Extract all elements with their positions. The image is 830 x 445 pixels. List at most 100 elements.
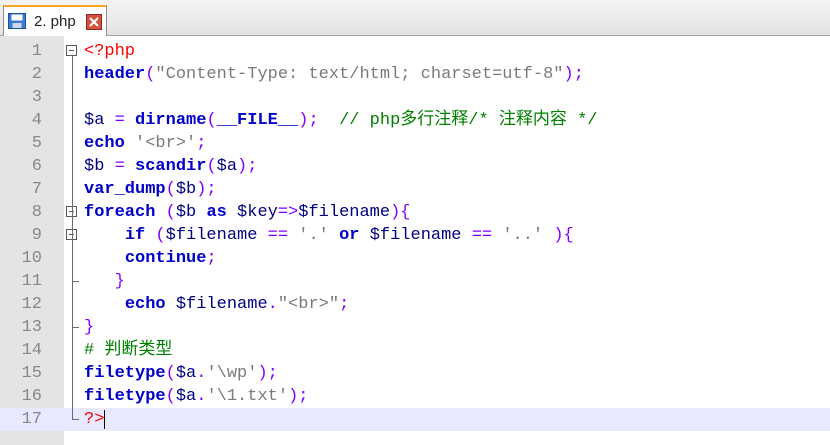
code-token: $key [237, 203, 278, 222]
code-token: ); [563, 65, 584, 84]
code-token: $filename [298, 203, 391, 222]
code-text: <?php [84, 40, 135, 63]
code-token: ( [165, 387, 176, 406]
code-line[interactable]: 5 echo '<br>'; [0, 132, 830, 155]
code-line[interactable]: 14 # 判断类型 [0, 339, 830, 362]
code-line[interactable]: 2 header("Content-Type: text/html; charse… [0, 63, 830, 86]
line-number: 11 [21, 272, 42, 291]
line-number: 4 [31, 111, 42, 130]
code-token: __FILE__ [216, 111, 299, 130]
code-token: ; [206, 249, 217, 268]
code-line[interactable]: 4 $a = dirname(__FILE__); // php多行注释/* 注释… [0, 109, 830, 132]
line-number: 10 [21, 249, 42, 268]
code-token: ); [288, 387, 309, 406]
code-token: scandir [135, 157, 207, 176]
code-token: $filename [175, 295, 268, 314]
code-text: $b = scandir($a); [84, 155, 257, 178]
code-text: if ($filename == '.' or $filename == '..… [84, 224, 574, 247]
line-number: 5 [31, 134, 42, 153]
line-number: 16 [21, 387, 42, 406]
tab-label: 2. php [34, 13, 76, 30]
fold-guide-line [72, 56, 73, 408]
code-token: // php多行注释/* 注释内容 */ [339, 111, 598, 130]
code-text: } [84, 316, 94, 339]
code-line[interactable]: 15 filetype($a.'\wp'); [0, 362, 830, 385]
code-token: $filename [369, 226, 462, 245]
code-token: $b [175, 180, 197, 199]
code-token: = [104, 157, 136, 176]
code-token: echo [124, 295, 166, 314]
line-number: 7 [31, 180, 42, 199]
code-token: ( [145, 226, 166, 245]
code-line[interactable]: 9 if ($filename == '.' or $filename == '… [0, 224, 830, 247]
code-line[interactable]: 1 <?php [0, 40, 830, 63]
code-text: ?> [84, 408, 104, 431]
code-token: "Content-Type: text/html; charset=utf-8" [155, 65, 564, 84]
code-line[interactable]: 8 foreach ($b as $key=>$filename){ [0, 201, 830, 224]
code-token: ( [206, 157, 217, 176]
code-line[interactable]: 10 continue; [0, 247, 830, 270]
code-token: ( [165, 180, 176, 199]
code-text: } [84, 270, 125, 293]
code-token: dirname [135, 111, 207, 130]
code-token: header [84, 65, 146, 84]
code-token: . [196, 364, 207, 383]
code-text: # 判断类型 [84, 339, 172, 362]
line-number: 17 [21, 410, 42, 429]
code-token: . [267, 295, 278, 314]
code-line[interactable]: 7 var_dump($b); [0, 178, 830, 201]
line-number: 12 [21, 295, 42, 314]
code-text: filetype($a.'\wp'); [84, 362, 278, 385]
code-line[interactable]: 17 ?> [0, 408, 830, 431]
code-token: $a [175, 364, 197, 383]
code-line[interactable]: 12 echo $filename."<br>"; [0, 293, 830, 316]
code-editor[interactable]: 1 <?php 2 header("Content-Type: text/html; … [0, 36, 830, 445]
save-icon[interactable] [8, 13, 26, 29]
code-text: foreach ($b as $key=>$filename){ [84, 201, 411, 224]
code-token: <?php [84, 42, 136, 61]
code-token: $a [84, 111, 105, 130]
code-line[interactable]: 11 } [0, 270, 830, 293]
code-token: '\1.txt' [206, 387, 289, 406]
line-number: 14 [21, 341, 42, 360]
line-number: 15 [21, 364, 42, 383]
line-number: 3 [31, 88, 42, 107]
fold-end-marker [72, 270, 79, 282]
code-token: ( [206, 111, 217, 130]
code-text: continue; [84, 247, 217, 270]
tab-bar: 2. php [0, 0, 830, 36]
code-token: ); [257, 364, 278, 383]
line-number: 13 [21, 318, 42, 337]
code-token: $a [216, 157, 238, 176]
code-token: ); [237, 157, 258, 176]
close-icon[interactable] [86, 14, 102, 30]
code-token: filetype [84, 387, 166, 406]
code-token: $a [175, 387, 197, 406]
code-token: $b [84, 157, 105, 176]
code-token: # 判断类型 [84, 341, 173, 360]
code-line[interactable]: 3 [0, 86, 830, 109]
code-text: header("Content-Type: text/html; charset… [84, 63, 584, 86]
code-token: ); [298, 111, 319, 130]
code-token: $b [175, 203, 197, 222]
code-token: ; [339, 295, 350, 314]
code-token: = [104, 111, 136, 130]
code-line[interactable]: 16 filetype($a.'\1.txt'); [0, 385, 830, 408]
code-token: filetype [84, 364, 166, 383]
fold-toggle-icon[interactable] [66, 45, 77, 56]
tab-2-php[interactable]: 2. php [3, 5, 107, 36]
code-token: ; [196, 134, 207, 153]
code-line[interactable]: 6 $b = scandir($a); [0, 155, 830, 178]
code-line[interactable]: 13} [0, 316, 830, 339]
code-token: '..' [502, 226, 544, 245]
fold-end-marker [72, 316, 79, 328]
code-token: } [114, 272, 125, 291]
